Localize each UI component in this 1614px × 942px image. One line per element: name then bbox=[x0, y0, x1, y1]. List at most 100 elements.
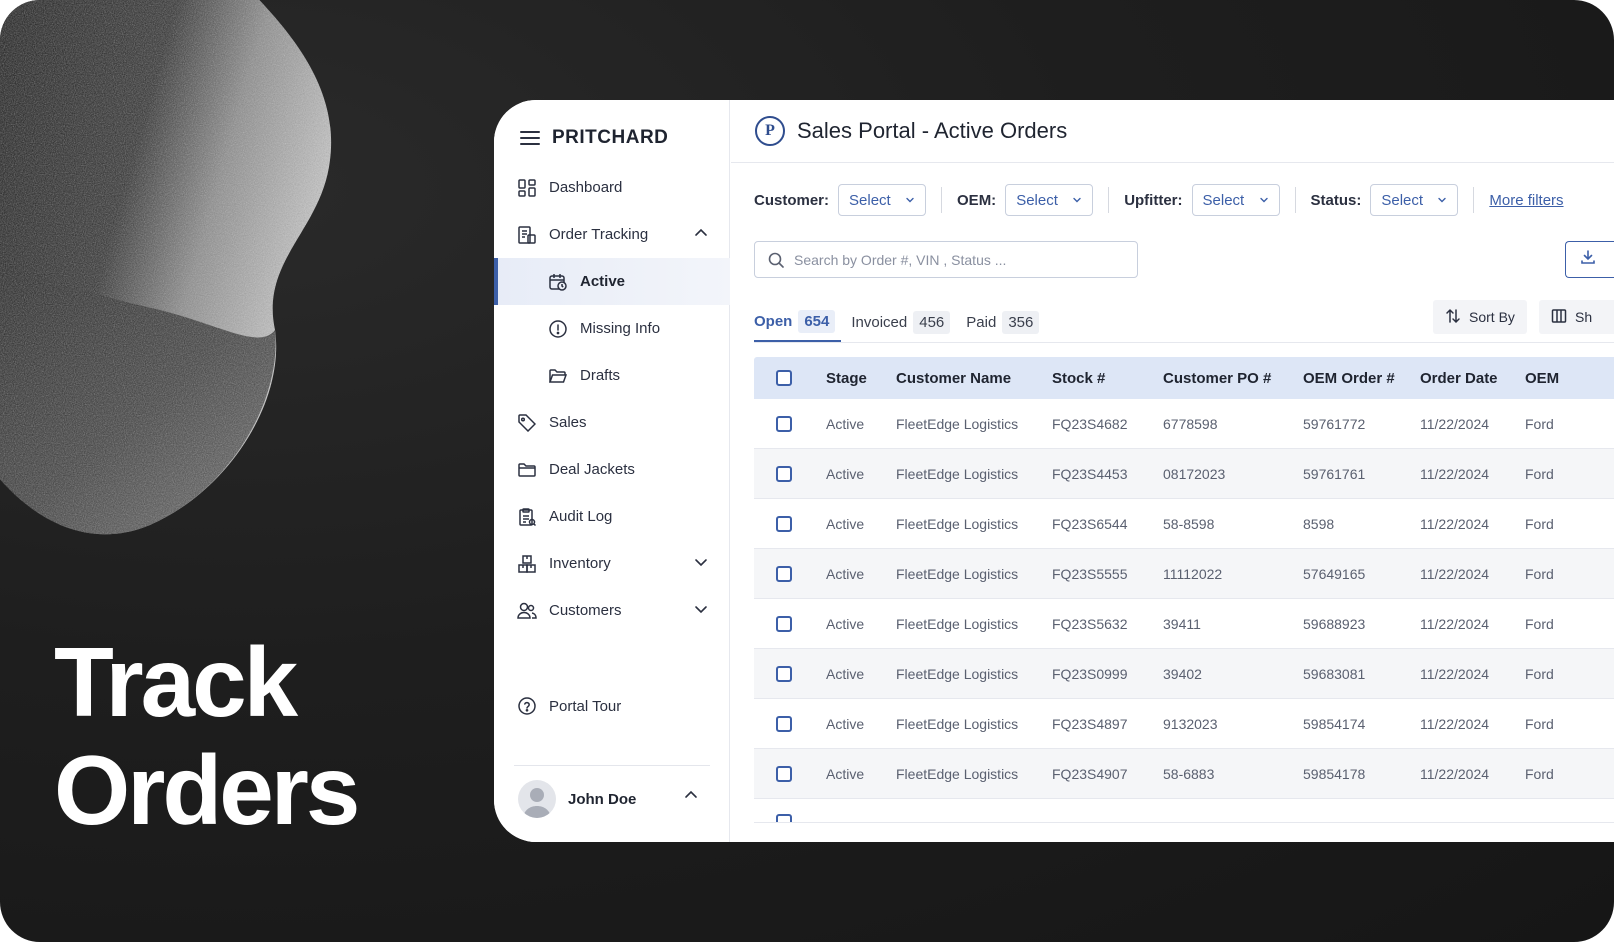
cell-customer-po: 58-6883 bbox=[1163, 765, 1215, 782]
column-header-stage[interactable]: Stage bbox=[826, 370, 896, 387]
filter-bar: Customer: Select OEM: Select Upfitter: S… bbox=[754, 184, 1564, 216]
cell-stock: FQ23S5555 bbox=[1052, 565, 1128, 582]
download-button[interactable] bbox=[1565, 241, 1614, 278]
row-checkbox[interactable] bbox=[776, 415, 792, 432]
cell-stock: FQ23S0999 bbox=[1052, 665, 1128, 682]
chevron-up-icon[interactable] bbox=[684, 788, 698, 807]
chevron-down-icon bbox=[1259, 192, 1269, 209]
tab-count: 456 bbox=[913, 310, 951, 334]
cell-customer-po: 39402 bbox=[1163, 665, 1202, 682]
cell-oem: Ford bbox=[1525, 465, 1554, 482]
select-value: Select bbox=[1381, 191, 1424, 209]
tab-open[interactable]: Open 654 bbox=[754, 302, 842, 342]
cell-customer-name: FleetEdge Logistics bbox=[896, 615, 1019, 632]
cell-stage: Active bbox=[826, 665, 865, 682]
columns-icon bbox=[1551, 308, 1567, 327]
sidebar-item-label: Sales bbox=[549, 414, 587, 431]
row-checkbox[interactable] bbox=[776, 765, 792, 782]
sidebar-item-audit-log[interactable]: Audit Log bbox=[494, 493, 730, 540]
rock-image bbox=[0, 0, 332, 535]
chevron-down-icon[interactable] bbox=[694, 555, 708, 573]
row-checkbox-cell bbox=[754, 814, 826, 822]
cell-customer-name: FleetEdge Logistics bbox=[896, 765, 1019, 782]
cell-customer-name: FleetEdge Logistics bbox=[896, 415, 1019, 432]
cell-oem-order: 57649165 bbox=[1303, 565, 1366, 582]
table-row[interactable]: Active FleetEdge Logistics FQ23S6544 58-… bbox=[754, 499, 1614, 549]
row-checkbox[interactable] bbox=[776, 715, 792, 732]
cell-stage: Active bbox=[826, 415, 865, 432]
table-row[interactable]: Active FleetEdge Logistics FQ23S4682 677… bbox=[754, 399, 1614, 449]
show-columns-label: Sh bbox=[1575, 309, 1593, 325]
row-checkbox-cell bbox=[754, 615, 826, 632]
cell-order-date: 11/22/2024 bbox=[1420, 765, 1490, 782]
row-checkbox[interactable] bbox=[776, 814, 792, 822]
cell-customer-po: 6778598 bbox=[1163, 415, 1218, 432]
row-checkbox[interactable] bbox=[776, 665, 792, 682]
cell-oem: Ford bbox=[1525, 715, 1554, 732]
sidebar-item-customers[interactable]: Customers bbox=[494, 587, 730, 634]
cell-stage: Active bbox=[826, 615, 865, 632]
tab-label: Open bbox=[754, 312, 793, 330]
status-filter-select[interactable]: Select bbox=[1370, 184, 1459, 216]
sort-icon bbox=[1445, 308, 1461, 327]
user-profile[interactable]: John Doe bbox=[518, 780, 636, 818]
row-checkbox[interactable] bbox=[776, 465, 792, 482]
select-all-checkbox[interactable] bbox=[776, 370, 792, 386]
portal-tour-link[interactable]: Portal Tour bbox=[517, 696, 621, 716]
search-input[interactable] bbox=[794, 251, 1124, 268]
table-row[interactable]: Active FleetEdge Logistics FQ23S0999 394… bbox=[754, 649, 1614, 699]
row-checkbox[interactable] bbox=[776, 615, 792, 632]
sidebar-item-order-tracking[interactable]: Order Tracking bbox=[494, 211, 730, 258]
more-filters-link[interactable]: More filters bbox=[1489, 192, 1563, 209]
cell-oem: Ford bbox=[1525, 765, 1554, 782]
oem-filter-label: OEM: bbox=[957, 191, 997, 209]
tab-paid[interactable]: Paid 356 bbox=[966, 302, 1045, 342]
cell-customer-po: 58-8598 bbox=[1163, 515, 1215, 532]
sidebar-item-drafts[interactable]: Drafts bbox=[494, 352, 730, 399]
sort-by-label: Sort By bbox=[1469, 309, 1515, 325]
column-header-oem[interactable]: OEM bbox=[1525, 370, 1585, 387]
cell-stock: FQ23S4453 bbox=[1052, 465, 1128, 482]
sidebar-item-inventory[interactable]: Inventory bbox=[494, 540, 730, 587]
sidebar-item-label: Customers bbox=[549, 602, 622, 619]
column-header-order-date[interactable]: Order Date bbox=[1420, 370, 1525, 387]
chevron-down-icon[interactable] bbox=[694, 602, 708, 620]
table-row[interactable]: Active FleetEdge Logistics FQ23S4907 58-… bbox=[754, 749, 1614, 799]
column-header-oem-order[interactable]: OEM Order # bbox=[1303, 370, 1420, 387]
upfitter-filter-select[interactable]: Select bbox=[1191, 184, 1280, 216]
column-header-stock[interactable]: Stock # bbox=[1052, 370, 1163, 387]
column-header-customer-name[interactable]: Customer Name bbox=[896, 370, 1052, 387]
sidebar-item-missing-info[interactable]: Missing Info bbox=[494, 305, 730, 352]
status-filter-label: Status: bbox=[1310, 191, 1362, 209]
user-name: John Doe bbox=[568, 790, 637, 808]
column-header-customer-po[interactable]: Customer PO # bbox=[1163, 370, 1303, 387]
cell-stage: Active bbox=[826, 465, 865, 482]
table-row[interactable]: Active FleetEdge Logistics FQ23S4453 081… bbox=[754, 449, 1614, 499]
cell-oem-order: 59854174 bbox=[1303, 715, 1366, 732]
table-row[interactable]: Active FleetEdge Logistics FQ23S5555 111… bbox=[754, 549, 1614, 599]
hero-line-2: Orders bbox=[54, 735, 360, 845]
cell-customer-po: 9132023 bbox=[1163, 715, 1218, 732]
sidebar-item-deal-jackets[interactable]: Deal Jackets bbox=[494, 446, 730, 493]
sidebar-item-label: Audit Log bbox=[549, 508, 613, 525]
sidebar-divider bbox=[514, 765, 710, 766]
oem-filter-select[interactable]: Select bbox=[1005, 184, 1094, 216]
sidebar-item-active[interactable]: Active bbox=[494, 258, 730, 305]
chevron-up-icon[interactable] bbox=[694, 226, 708, 244]
table-row[interactable]: Active FleetEdge Logistics FQ23S4897 913… bbox=[754, 699, 1614, 749]
customer-filter-select[interactable]: Select bbox=[838, 184, 927, 216]
table-row-partial[interactable] bbox=[754, 799, 1614, 823]
sidebar-item-dashboard[interactable]: Dashboard bbox=[494, 164, 730, 211]
brand-name: PRITCHARD bbox=[552, 127, 669, 148]
table-header-row: Stage Customer Name Stock # Customer PO … bbox=[754, 357, 1614, 399]
sort-by-button[interactable]: Sort By bbox=[1433, 300, 1527, 334]
sidebar-item-label: Dashboard bbox=[549, 179, 623, 196]
hamburger-menu-icon[interactable] bbox=[520, 128, 540, 148]
row-checkbox[interactable] bbox=[776, 565, 792, 582]
tab-invoiced[interactable]: Invoiced 456 bbox=[851, 302, 956, 342]
row-checkbox-cell bbox=[754, 515, 826, 532]
table-row[interactable]: Active FleetEdge Logistics FQ23S5632 394… bbox=[754, 599, 1614, 649]
sidebar-item-sales[interactable]: Sales bbox=[494, 399, 730, 446]
row-checkbox[interactable] bbox=[776, 515, 792, 532]
show-columns-button[interactable]: Sh bbox=[1539, 300, 1614, 334]
